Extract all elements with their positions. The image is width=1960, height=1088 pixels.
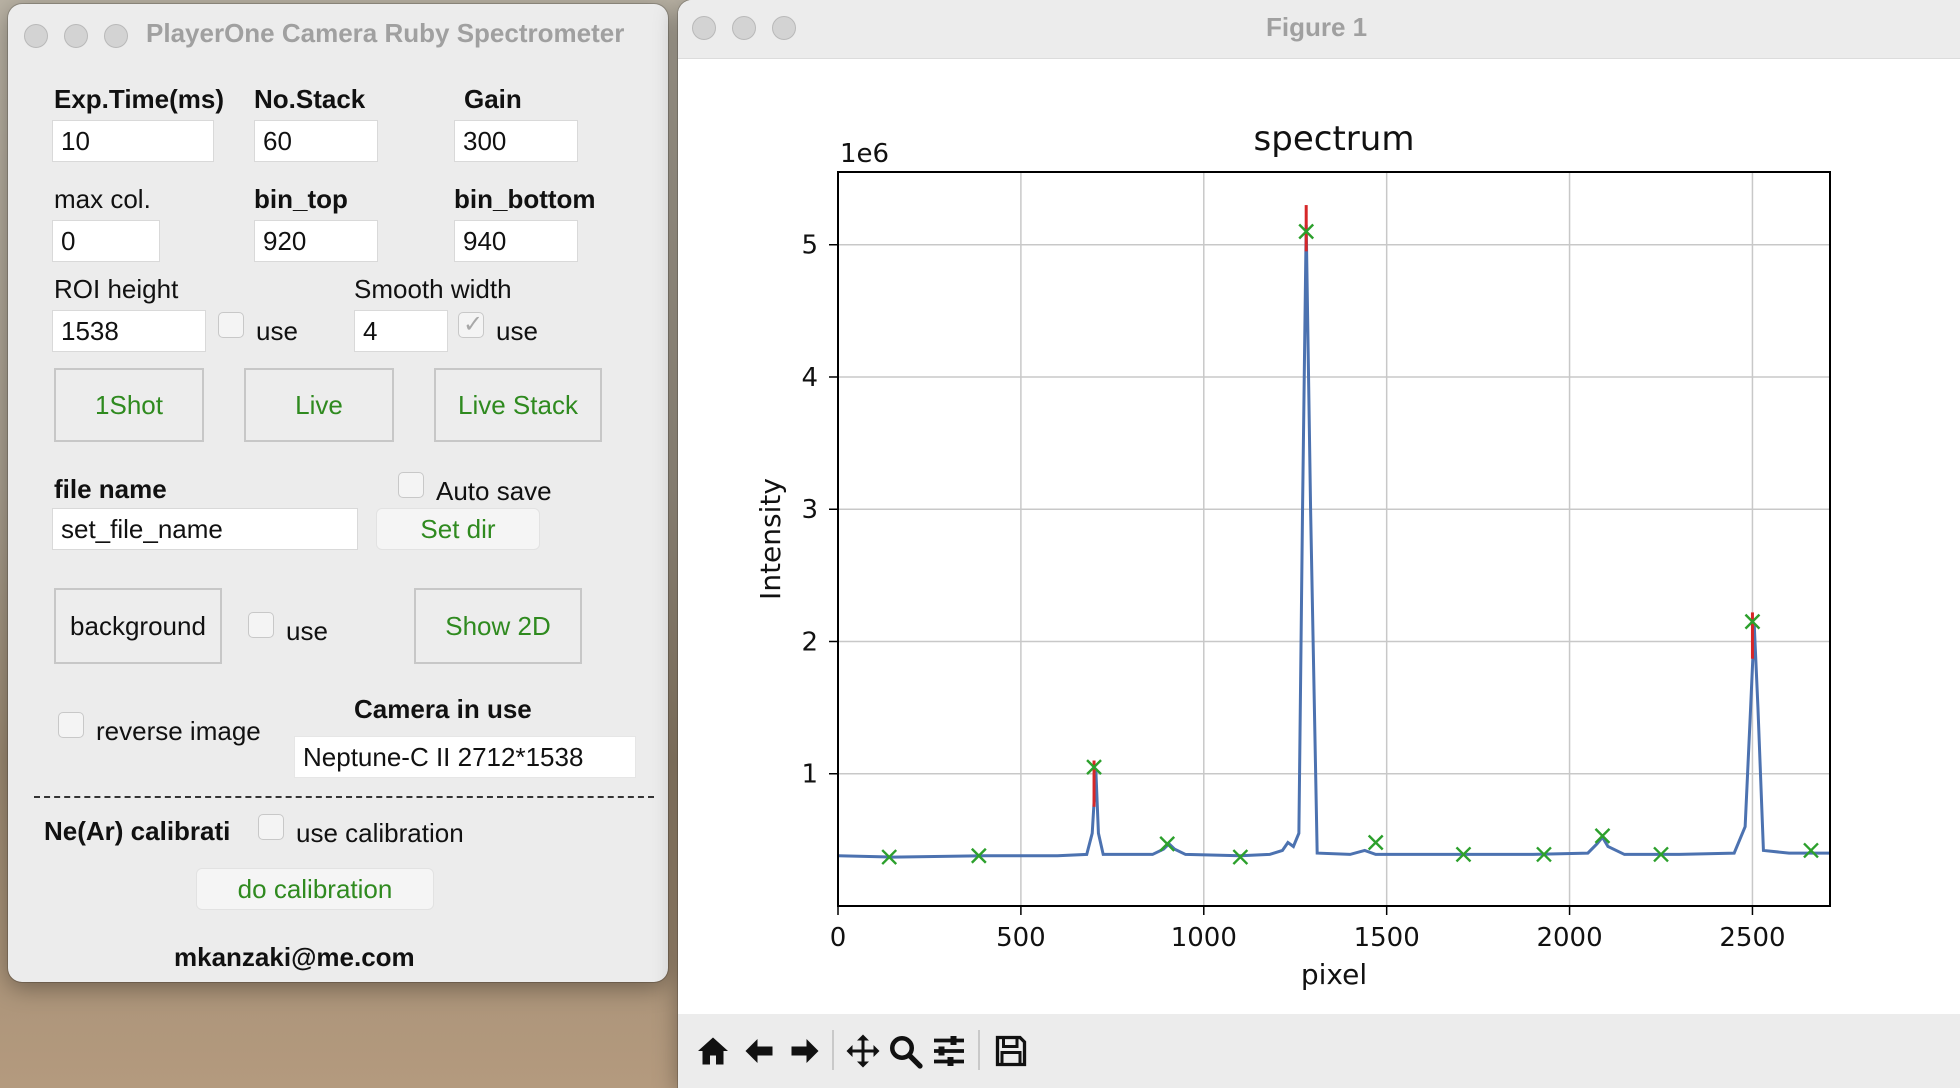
peak-marker	[1594, 828, 1611, 844]
camera-in-use-label: Camera in use	[354, 694, 532, 724]
axes-frame	[837, 171, 1831, 907]
forward-button[interactable]	[784, 1030, 826, 1072]
y-tick-label: 1	[801, 760, 818, 790]
max-col-label: max col.	[54, 184, 151, 214]
x-tick-label: 0	[830, 923, 847, 953]
y-tick-label: 2	[801, 627, 818, 657]
use-calibration-label: use calibration	[296, 818, 464, 848]
toolbar-separator	[832, 1030, 834, 1070]
calibration-label: Ne(Ar) calibrati	[44, 816, 231, 846]
matplotlib-figure-window: Figure 1 0 500 1000 1500 2000 2500 1 2 3 4 5 spect…	[678, 0, 1960, 1088]
roi-height-input[interactable]	[52, 310, 206, 352]
live-stack-button[interactable]: Live Stack	[434, 368, 602, 442]
y-tick-label: 4	[801, 363, 818, 393]
grid-lines	[837, 172, 1830, 906]
zoom-button[interactable]	[884, 1030, 926, 1072]
pan-icon	[846, 1034, 880, 1068]
x-tick-label: 500	[996, 923, 1046, 953]
zoom-window-button[interactable]	[104, 24, 128, 48]
smooth-width-input[interactable]	[354, 310, 448, 352]
figure-close-window-button[interactable]	[692, 16, 716, 40]
configure-subplots-button[interactable]	[928, 1030, 970, 1072]
smooth-width-label: Smooth width	[354, 274, 512, 304]
close-window-button[interactable]	[24, 24, 48, 48]
no-stack-label: No.Stack	[254, 84, 366, 114]
one-shot-button[interactable]: 1Shot	[54, 368, 204, 442]
background-button[interactable]: background	[54, 588, 222, 664]
y-tick-label: 5	[801, 231, 818, 261]
forward-arrow-icon	[791, 1039, 819, 1063]
set-dir-button[interactable]: Set dir	[376, 508, 540, 550]
gain-input[interactable]	[454, 120, 578, 162]
author-email: mkanzaki@me.com	[174, 942, 415, 972]
raw-spectrum-line	[837, 221, 1830, 858]
configure-subplots-icon	[934, 1036, 964, 1066]
toolbar-separator	[978, 1030, 980, 1070]
file-name-label: file name	[54, 474, 167, 504]
save-icon	[995, 1035, 1027, 1067]
figure-minimize-window-button[interactable]	[732, 16, 756, 40]
panel-window-title: PlayerOne Camera Ruby Spectrometer	[146, 18, 625, 48]
chart-title: spectrum	[1254, 119, 1415, 159]
y-offset-label: 1e6	[840, 139, 889, 169]
panel-titlebar: PlayerOne Camera Ruby Spectrometer	[8, 4, 668, 62]
figure-titlebar: Figure 1	[678, 0, 1960, 59]
use-calibration-checkbox[interactable]	[258, 814, 284, 840]
show-2d-button[interactable]: Show 2D	[414, 588, 582, 664]
do-calibration-button[interactable]: do calibration	[196, 868, 434, 910]
bin-top-input[interactable]	[254, 220, 378, 262]
bin-bottom-input[interactable]	[454, 220, 578, 262]
roi-use-checkbox[interactable]	[218, 312, 244, 338]
file-name-input[interactable]	[52, 508, 358, 550]
bin-bottom-label: bin_bottom	[454, 184, 596, 214]
y-tick-label: 3	[801, 495, 818, 525]
roi-use-label: use	[256, 316, 298, 346]
peak-marker	[1803, 842, 1819, 859]
y-axis-label: Intensity	[754, 478, 787, 600]
back-button[interactable]	[738, 1030, 780, 1072]
auto-save-label: Auto save	[436, 476, 552, 506]
figure-zoom-window-button[interactable]	[772, 16, 796, 40]
gain-label: Gain	[464, 84, 522, 114]
data-series	[837, 205, 1830, 865]
x-tick-label: 2000	[1536, 923, 1602, 953]
minimize-window-button[interactable]	[64, 24, 88, 48]
figure-toolbar	[678, 1014, 1960, 1088]
background-use-label: use	[286, 616, 328, 646]
x-tick-label: 1500	[1354, 923, 1420, 953]
smoothed-spectrum-line	[837, 224, 1830, 859]
auto-save-checkbox[interactable]	[398, 472, 424, 498]
x-axis-label: pixel	[1301, 958, 1367, 991]
save-button[interactable]	[990, 1030, 1032, 1072]
smooth-use-label: use	[496, 316, 538, 346]
home-icon	[698, 1037, 728, 1065]
spectrometer-control-window: PlayerOne Camera Ruby Spectrometer Exp.T…	[8, 4, 668, 982]
home-button[interactable]	[692, 1030, 734, 1072]
spectrum-plot[interactable]: 0 500 1000 1500 2000 2500 1 2 3 4 5 spectrum 1e6 p…	[678, 58, 1960, 1072]
reverse-image-checkbox[interactable]	[58, 712, 84, 738]
background-use-checkbox[interactable]	[248, 612, 274, 638]
figure-window-title: Figure 1	[1266, 12, 1368, 42]
peak-marker	[1159, 835, 1176, 852]
bin-top-label: bin_top	[254, 184, 348, 214]
camera-name-field	[294, 736, 636, 778]
live-button[interactable]: Live	[244, 368, 394, 442]
x-tick-label: 1000	[1171, 923, 1237, 953]
reverse-image-label: reverse image	[96, 716, 261, 746]
peak-marker	[1367, 834, 1384, 851]
max-col-input[interactable]	[52, 220, 160, 262]
zoom-icon	[890, 1036, 923, 1069]
pan-button[interactable]	[842, 1030, 884, 1072]
x-tick-label: 2500	[1719, 923, 1785, 953]
dashed-separator	[34, 796, 654, 798]
exp-time-label: Exp.Time(ms)	[54, 84, 225, 114]
no-stack-input[interactable]	[254, 120, 378, 162]
roi-height-label: ROI height	[54, 274, 179, 304]
smooth-use-checkbox[interactable]	[458, 310, 484, 339]
exp-time-input[interactable]	[52, 120, 214, 162]
back-arrow-icon	[745, 1039, 773, 1063]
